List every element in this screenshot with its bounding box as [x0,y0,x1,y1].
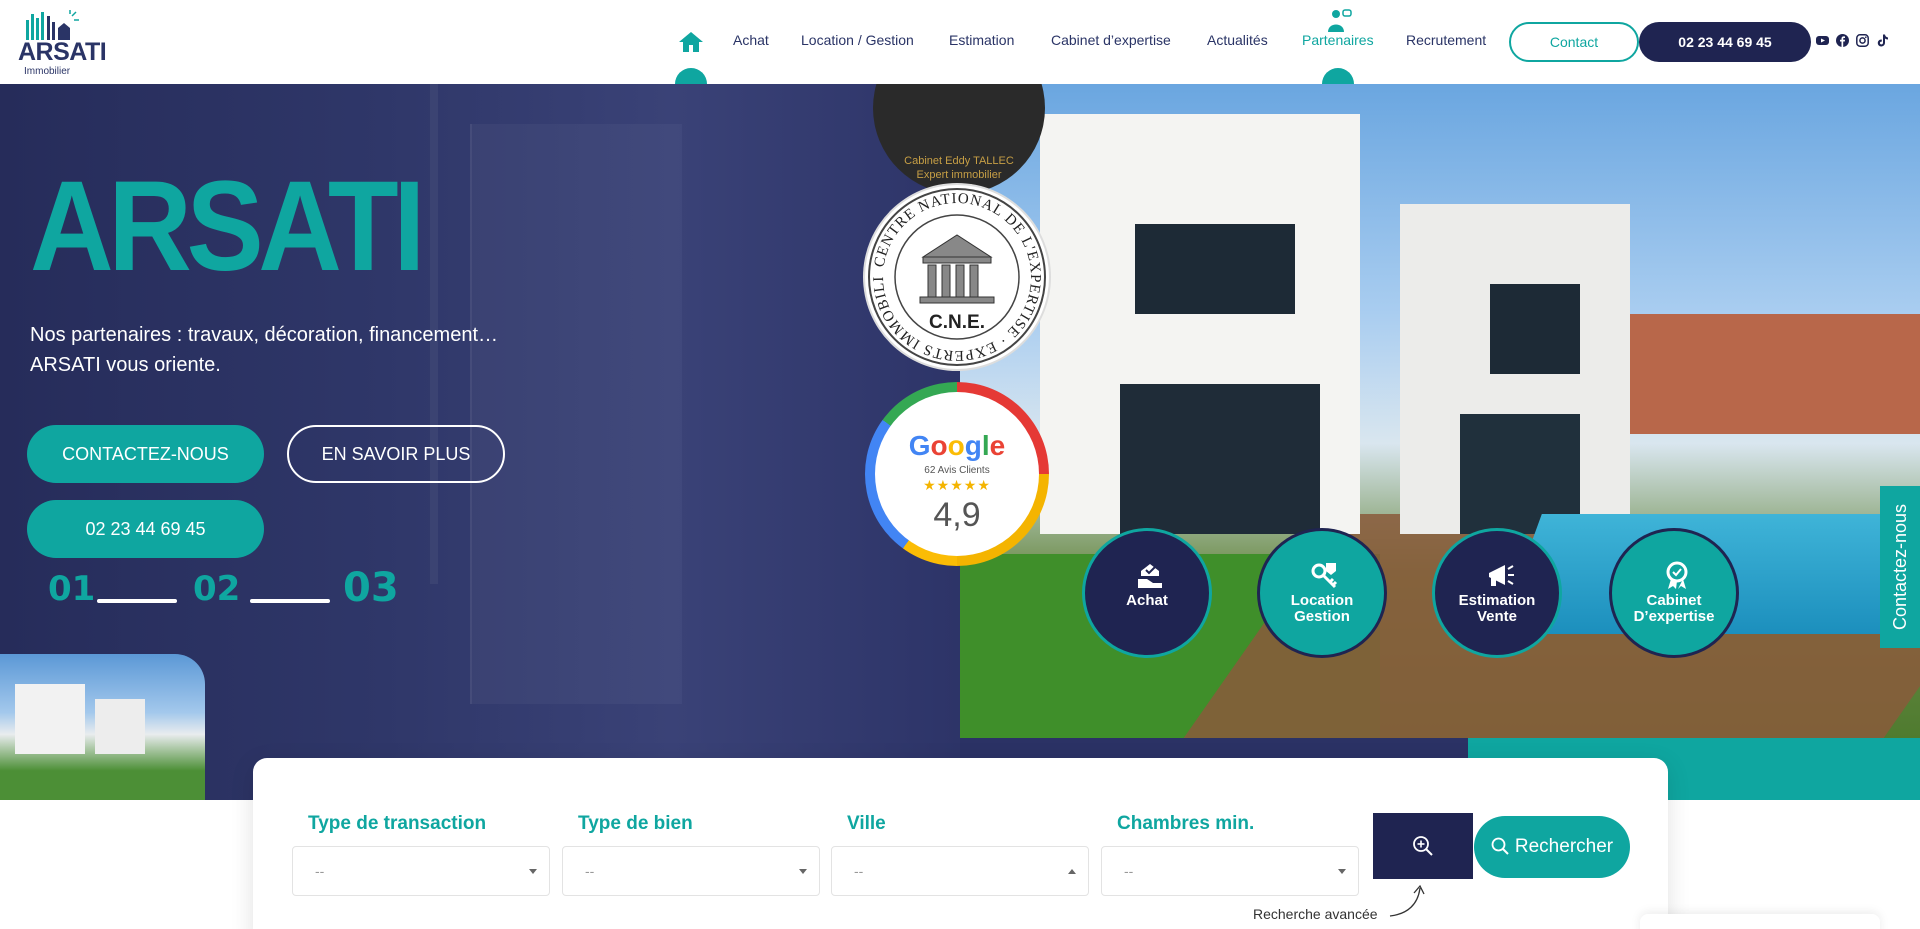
key-tag-icon [1311,563,1338,589]
phone-button[interactable]: 02 23 44 69 45 [1639,22,1811,62]
home-icon[interactable] [678,30,704,54]
zoom-plus-icon [1413,836,1433,856]
contact-side-tab[interactable]: Contactez-nous [1880,486,1920,648]
chevron-down-icon [799,869,807,874]
logo-buildings-icon [26,10,79,40]
contact-us-button[interactable]: CONTACTEZ-NOUS [27,425,264,483]
transaction-type-label: Type de transaction [308,813,487,834]
cne-abbr: C.N.E. [929,312,985,333]
nav-partenaires[interactable]: Partenaires [1302,33,1374,47]
nav-achat[interactable]: Achat [733,33,769,47]
min-bedrooms-label: Chambres min. [1117,813,1255,834]
learn-more-button[interactable]: EN SAVOIR PLUS [287,425,505,483]
service-cabinet-expertise[interactable]: Cabinet D’expertise [1609,528,1739,658]
property-type-select[interactable]: -- [562,846,820,896]
nav-recrutement[interactable]: Recrutement [1406,33,1486,47]
brand-subtitle: Immobilier [24,66,71,77]
facebook-icon[interactable] [1836,34,1849,47]
chevron-down-icon [529,869,537,874]
hero-phone-button[interactable]: 02 23 44 69 45 [27,500,264,558]
hero-arsati-logo: ARSATI [30,166,426,276]
brand-name: ARSATI [18,38,107,66]
service-location-gestion[interactable]: Location Gestion [1257,528,1387,658]
nav-actualites[interactable]: Actualités [1207,33,1268,47]
slide-indicator-3[interactable]: 03 [343,568,399,608]
contact-button[interactable]: Contact [1509,22,1639,62]
property-search-panel: Type de transaction -- Type de bien -- V… [253,758,1668,929]
google-reviews-badge[interactable]: Google 62 Avis Clients ★★★★★ 4,9 [865,382,1049,566]
brand-logo[interactable]: ARSATI Immobilier [16,10,107,78]
google-stars-icon: ★★★★★ [923,478,991,494]
partners-active-marker [1322,68,1354,84]
eddy-tallec-badge: Cabinet Eddy TALLEC Expert immobilier Ag… [873,84,1045,195]
handshake-house-icon [1138,564,1162,588]
google-score: 4,9 [933,496,981,534]
hero-thumbnail[interactable] [0,654,205,800]
service-cabinet-label: Cabinet [1646,592,1702,609]
slide-indicator-2[interactable]: 02 [193,572,240,606]
tagline-line-2: ARSATI vous oriente. [30,354,221,376]
search-submit-label: Rechercher [1514,836,1614,857]
hero-tagline: Nos partenaires : travaux, décoration, f… [30,320,590,380]
slide-indicator-1[interactable]: 01 [48,572,95,606]
tiktok-icon[interactable] [1876,34,1889,47]
nav-cabinet-expertise[interactable]: Cabinet d’expertise [1051,33,1171,47]
service-achat[interactable]: Achat [1082,528,1212,658]
hero-section: ARSATI Nos partenaires : travaux, décora… [0,84,1920,800]
city-label: Ville [847,813,886,834]
certificate-badge-icon [1666,561,1688,589]
transaction-type-select[interactable]: -- [292,846,550,896]
search-submit-button[interactable]: Rechercher [1474,816,1630,878]
advanced-search-note[interactable]: Recherche avancée [1253,907,1378,921]
youtube-icon[interactable] [1816,34,1829,47]
partners-icon [1328,9,1352,32]
nav-location-gestion[interactable]: Location / Gestion [801,33,914,47]
service-estimation-vente[interactable]: Estimation Vente [1432,528,1562,658]
service-gestion-label: Gestion [1294,608,1350,625]
cne-badge: CENTRE NATIONAL DE L'EXPERTISE · EXPERTS… [859,173,1049,369]
megaphone-icon [1489,565,1514,586]
advanced-search-button[interactable] [1373,813,1473,879]
instagram-icon[interactable] [1856,34,1869,47]
chevron-down-icon [1338,869,1346,874]
search-icon [1491,837,1509,855]
service-estimation-label: Estimation [1458,592,1536,609]
site-header: ARSATI Immobilier Achat Location / Gesti… [0,0,1920,84]
eddy-line-1: Cabinet Eddy TALLEC [904,155,1014,167]
tagline-line-1: Nos partenaires : travaux, décoration, f… [30,324,499,346]
service-achat-label: Achat [1126,592,1168,609]
google-review-count: 62 Avis Clients [924,465,990,476]
floating-card [1640,914,1880,929]
slide-separator [97,599,177,603]
property-type-label: Type de bien [578,813,693,834]
service-expertise-label: D’expertise [1633,608,1715,625]
google-wordmark: Google [908,430,1006,461]
service-vente-label: Vente [1476,608,1518,625]
curved-arrow-icon [1389,884,1425,917]
chevron-up-icon [1068,869,1076,874]
nav-estimation[interactable]: Estimation [949,33,1014,47]
min-bedrooms-select[interactable]: -- [1101,846,1359,896]
slide-separator [250,599,330,603]
service-location-label: Location [1290,592,1354,609]
hero-logo-text: ARSATI [30,166,420,276]
social-links [1816,34,1889,47]
eddy-line-2: Expert immobilier [916,169,1002,181]
home-active-marker [675,68,707,84]
city-select[interactable]: -- [831,846,1089,896]
